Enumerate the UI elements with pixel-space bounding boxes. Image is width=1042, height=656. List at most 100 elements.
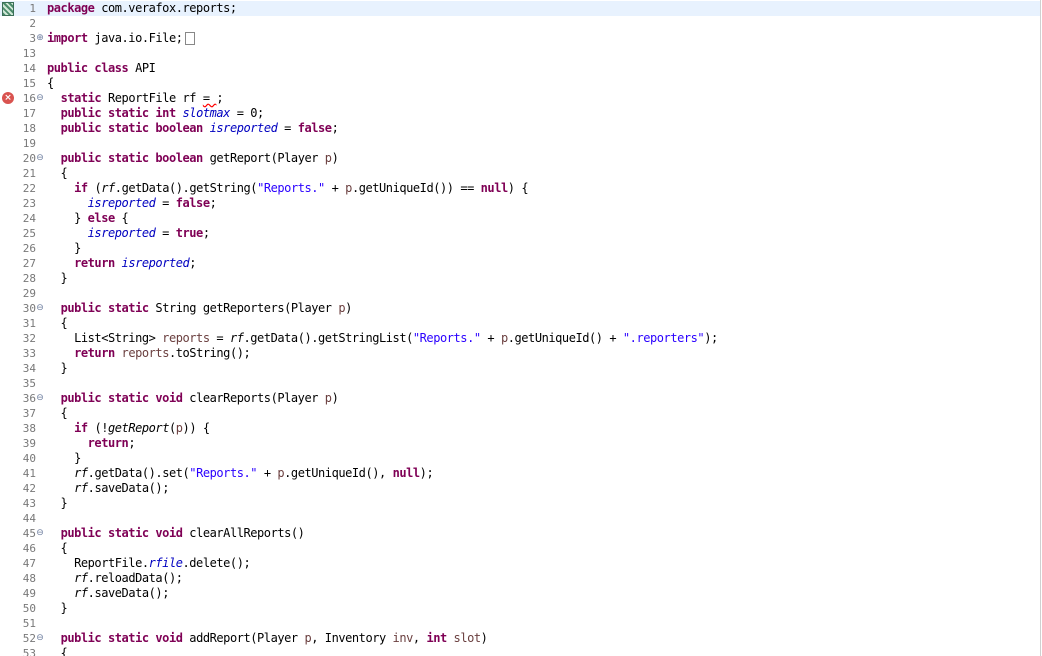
code-text[interactable]: return reports.toString();: [47, 346, 251, 361]
annotation-ruler[interactable]: [0, 16, 14, 31]
code-line[interactable]: 27 return isreported;: [0, 256, 1040, 271]
code-text[interactable]: {: [47, 316, 68, 331]
code-line[interactable]: 53 {: [0, 646, 1040, 656]
code-text[interactable]: }: [47, 361, 68, 376]
annotation-ruler[interactable]: [0, 646, 14, 656]
annotation-ruler[interactable]: ×: [0, 91, 14, 106]
code-editor[interactable]: 1 package com.verafox.reports; 2 3 ⊕ import j…: [0, 0, 1041, 656]
annotation-ruler[interactable]: [0, 616, 14, 631]
code-text[interactable]: isreported = false;: [47, 196, 217, 211]
code-line[interactable]: 35: [0, 376, 1040, 391]
code-line[interactable]: 39 return;: [0, 436, 1040, 451]
fold-collapse-icon[interactable]: ⊖: [36, 304, 44, 313]
annotation-ruler[interactable]: [0, 346, 14, 361]
code-line[interactable]: 28 }: [0, 271, 1040, 286]
annotation-ruler[interactable]: [0, 31, 14, 46]
code-text[interactable]: public class API: [47, 61, 156, 76]
annotation-ruler[interactable]: [0, 556, 14, 571]
code-line[interactable]: 18 public static boolean isreported = fa…: [0, 121, 1040, 136]
annotation-ruler[interactable]: [0, 421, 14, 436]
code-line[interactable]: 32 List<String> reports = rf.getData().g…: [0, 331, 1040, 346]
annotation-ruler[interactable]: [0, 436, 14, 451]
code-text[interactable]: return isreported;: [47, 256, 196, 271]
code-line[interactable]: 2: [0, 16, 1040, 31]
code-line[interactable]: 36 ⊖ public static void clearReports(Play…: [0, 391, 1040, 406]
bookmark-marker-icon[interactable]: [2, 2, 14, 16]
code-line[interactable]: 15 {: [0, 76, 1040, 91]
code-text[interactable]: }: [47, 496, 68, 511]
code-line[interactable]: 40 }: [0, 451, 1040, 466]
code-line[interactable]: 38 if (!getReport(p)) {: [0, 421, 1040, 436]
code-line[interactable]: 46 {: [0, 541, 1040, 556]
annotation-ruler[interactable]: [0, 391, 14, 406]
code-line[interactable]: 34 }: [0, 361, 1040, 376]
code-text[interactable]: {: [47, 166, 68, 181]
annotation-ruler[interactable]: [0, 601, 14, 616]
code-line[interactable]: 30 ⊖ public static String getReporters(Pl…: [0, 301, 1040, 316]
code-line[interactable]: 48 rf.reloadData();: [0, 571, 1040, 586]
annotation-ruler[interactable]: [0, 511, 14, 526]
code-text[interactable]: static ReportFile rf = ;: [47, 91, 224, 106]
code-text[interactable]: {: [47, 76, 54, 91]
code-text[interactable]: {: [47, 646, 68, 656]
code-line[interactable]: 3 ⊕ import java.io.File;: [0, 31, 1040, 46]
code-line[interactable]: 21 {: [0, 166, 1040, 181]
code-line[interactable]: 42 rf.saveData();: [0, 481, 1040, 496]
code-text[interactable]: }: [47, 451, 81, 466]
annotation-ruler[interactable]: [0, 61, 14, 76]
folded-region-icon[interactable]: [184, 32, 195, 45]
code-text[interactable]: public static void clearReports(Player p…: [47, 391, 339, 406]
annotation-ruler[interactable]: [0, 586, 14, 601]
code-text[interactable]: rf.saveData();: [47, 586, 169, 601]
fold-collapse-icon[interactable]: ⊖: [36, 394, 44, 403]
annotation-ruler[interactable]: [0, 76, 14, 91]
annotation-ruler[interactable]: [0, 376, 14, 391]
code-line[interactable]: 45 ⊖ public static void clearAllReports(): [0, 526, 1040, 541]
code-text[interactable]: public static String getReporters(Player…: [47, 301, 353, 316]
code-line[interactable]: 52 ⊖ public static void addReport(Player …: [0, 631, 1040, 646]
error-marker-icon[interactable]: ×: [2, 92, 14, 104]
annotation-ruler[interactable]: [0, 166, 14, 181]
code-text[interactable]: return;: [47, 436, 136, 451]
code-line[interactable]: 22 if (rf.getData().getString("Reports."…: [0, 181, 1040, 196]
annotation-ruler[interactable]: [0, 466, 14, 481]
annotation-ruler[interactable]: [0, 151, 14, 166]
code-line[interactable]: 23 isreported = false;: [0, 196, 1040, 211]
code-line[interactable]: 47 ReportFile.rfile.delete();: [0, 556, 1040, 571]
code-text[interactable]: rf.getData().set("Reports." + p.getUniqu…: [47, 466, 434, 481]
annotation-ruler[interactable]: [0, 256, 14, 271]
fold-collapse-icon[interactable]: ⊖: [36, 94, 44, 103]
code-text[interactable]: if (rf.getData().getString("Reports." + …: [47, 181, 528, 196]
code-line[interactable]: 20 ⊖ public static boolean getReport(Play…: [0, 151, 1040, 166]
code-text[interactable]: {: [47, 541, 68, 556]
code-line[interactable]: 19: [0, 136, 1040, 151]
code-line[interactable]: 24 } else {: [0, 211, 1040, 226]
code-text[interactable]: }: [47, 271, 68, 286]
code-line[interactable]: 49 rf.saveData();: [0, 586, 1040, 601]
annotation-ruler[interactable]: [0, 526, 14, 541]
code-line[interactable]: 43 }: [0, 496, 1040, 511]
code-text[interactable]: public static boolean getReport(Player p…: [47, 151, 339, 166]
code-text[interactable]: if (!getReport(p)) {: [47, 421, 210, 436]
code-line[interactable]: 17 public static int slotmax = 0;: [0, 106, 1040, 121]
code-text[interactable]: public static int slotmax = 0;: [47, 106, 265, 121]
annotation-ruler[interactable]: [0, 316, 14, 331]
code-text[interactable]: rf.saveData();: [47, 481, 169, 496]
code-line[interactable]: 50 }: [0, 601, 1040, 616]
annotation-ruler[interactable]: [0, 571, 14, 586]
annotation-ruler[interactable]: [0, 1, 14, 16]
code-text[interactable]: public static boolean isreported = false…: [47, 121, 339, 136]
annotation-ruler[interactable]: [0, 196, 14, 211]
code-line[interactable]: 44: [0, 511, 1040, 526]
annotation-ruler[interactable]: [0, 331, 14, 346]
annotation-ruler[interactable]: [0, 301, 14, 316]
annotation-ruler[interactable]: [0, 406, 14, 421]
code-text[interactable]: ReportFile.rfile.delete();: [47, 556, 251, 571]
annotation-ruler[interactable]: [0, 451, 14, 466]
code-text[interactable]: }: [47, 241, 81, 256]
annotation-ruler[interactable]: [0, 181, 14, 196]
code-line[interactable]: 37 {: [0, 406, 1040, 421]
code-text[interactable]: {: [47, 406, 68, 421]
annotation-ruler[interactable]: [0, 481, 14, 496]
code-line[interactable]: 29: [0, 286, 1040, 301]
